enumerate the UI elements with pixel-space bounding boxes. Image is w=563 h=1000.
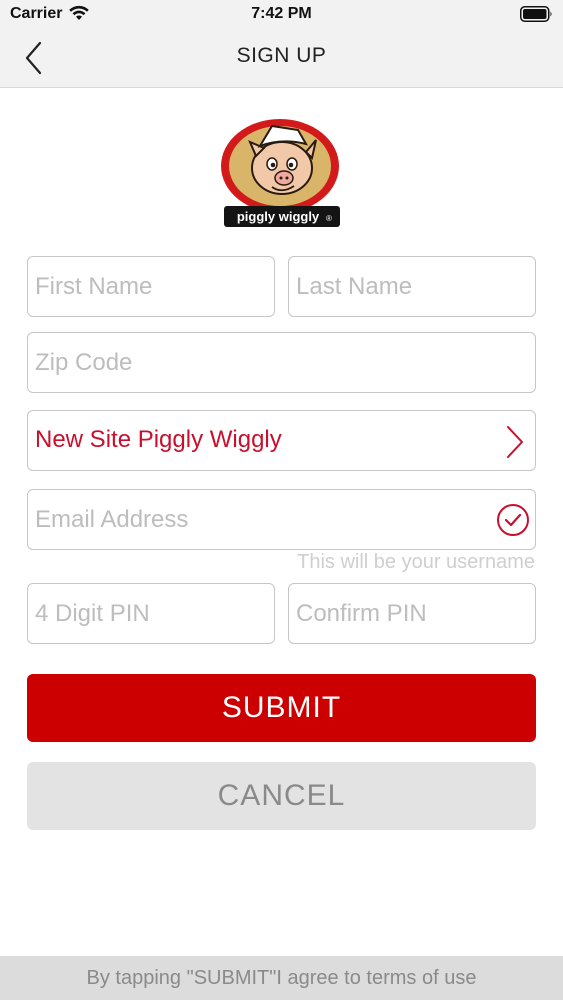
- email-field[interactable]: [27, 489, 536, 550]
- email-input[interactable]: [28, 490, 535, 549]
- check-circle-icon: [496, 503, 530, 542]
- store-selector-value: New Site Piggly Wiggly: [35, 426, 282, 453]
- first-name-input[interactable]: [28, 257, 274, 316]
- logo-text: piggly wiggly: [237, 209, 320, 224]
- last-name-input[interactable]: [289, 257, 535, 316]
- battery-icon: [520, 6, 553, 22]
- terms-text: By tapping "SUBMIT"I agree to terms of u…: [86, 966, 477, 989]
- logo-registered-mark: ®: [326, 214, 332, 223]
- confirm-pin-input[interactable]: [289, 584, 535, 643]
- cancel-button[interactable]: CANCEL: [27, 762, 536, 830]
- navigation-bar: SIGN UP: [0, 30, 563, 88]
- status-bar: Carrier 7:42 PM: [0, 0, 563, 30]
- terms-of-use-link[interactable]: By tapping "SUBMIT"I agree to terms of u…: [0, 956, 563, 1000]
- confirm-pin-field[interactable]: [288, 583, 536, 644]
- page-title: SIGN UP: [236, 44, 327, 67]
- chevron-right-icon: [505, 425, 525, 464]
- piggly-wiggly-logo: piggly wiggly ®: [220, 116, 344, 232]
- pin-input[interactable]: [28, 584, 274, 643]
- pin-field[interactable]: [27, 583, 275, 644]
- first-name-field[interactable]: [27, 256, 275, 317]
- submit-button[interactable]: SUBMIT: [27, 674, 536, 742]
- last-name-field[interactable]: [288, 256, 536, 317]
- email-hint: This will be your username: [297, 551, 535, 573]
- zip-code-input[interactable]: [28, 333, 535, 392]
- store-selector[interactable]: New Site Piggly Wiggly: [27, 410, 536, 471]
- zip-code-field[interactable]: [27, 332, 536, 393]
- status-time: 7:42 PM: [251, 5, 312, 22]
